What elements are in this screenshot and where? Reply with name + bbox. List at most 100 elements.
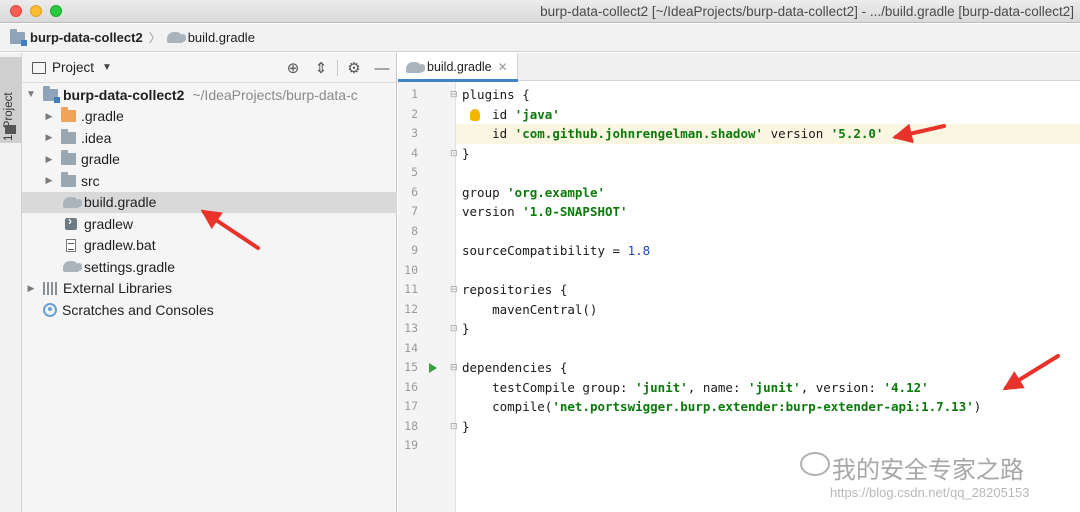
tab-label: build.gradle [427,60,492,74]
code-token: , [687,379,703,395]
gradle-icon [406,61,425,73]
code-line[interactable] [456,222,1080,242]
editor-tab-bar: build.gradle ✕ [398,53,1080,82]
breadcrumb-file[interactable]: build.gradle [166,30,255,45]
code-line[interactable]: testCompile group: 'junit', name: 'junit… [456,378,1080,398]
string-token: '4.12' [883,379,929,395]
chevron-right-icon[interactable]: ▶ [44,175,54,186]
string-token: 'net.portswigger.burp.extender:burp-exte… [552,399,974,414]
lightbulb-icon[interactable] [470,108,480,121]
code-line[interactable]: id 'com.github.johnrengelman.shadow' ver… [456,124,1080,144]
code-line[interactable]: } [456,417,1080,437]
code-token: , [800,379,816,395]
minimize-window-button[interactable] [30,5,42,17]
code-line[interactable]: version '1.0-SNAPSHOT' [456,202,1080,222]
code-line[interactable]: group 'org.example' [456,183,1080,203]
close-window-button[interactable] [10,5,22,17]
code-token: } [462,321,470,336]
code-token: version [763,126,831,141]
breadcrumb-project[interactable]: burp-data-collect2 [10,28,143,46]
code-line[interactable]: } [456,144,1080,164]
chevron-right-icon[interactable]: ▶ [44,154,54,165]
line-number: 1 [411,87,418,101]
line-number: 4 [411,145,418,160]
executable-icon [65,214,77,230]
code-line[interactable] [456,339,1080,359]
code-line[interactable]: dependencies { [456,358,1080,378]
editor-area: build.gradle ✕ 1 ⊟ 2 3 4 ⊡ 5 6 7 8 9 10 11 ⊟ 12 13 ⊡ 14 15… [398,53,1080,512]
tree-item-gradlew[interactable]: gradlew [22,213,397,235]
window-title: burp-data-collect2 [~/IdeaProjects/burp-… [540,4,1074,19]
code-token: name: [702,379,749,395]
window-title-bar: burp-data-collect2 [~/IdeaProjects/burp-… [0,0,1080,23]
code-line[interactable] [456,261,1080,281]
tree-item-scratches[interactable]: Scratches and Consoles [22,299,397,321]
line-number: 14 [404,340,418,355]
code-line[interactable]: } [456,319,1080,339]
maximize-window-button[interactable] [50,5,62,17]
code-line[interactable]: id 'java' [456,105,1080,125]
string-token: 'junit' [748,379,801,395]
locate-icon[interactable]: ⊕ [279,59,307,77]
collapse-icon[interactable]: ⇕ [307,59,335,77]
breadcrumb-separator-icon: 〉 [148,31,161,45]
line-number-gutter[interactable]: 1 ⊟ 2 3 4 ⊡ 5 6 7 8 9 10 11 ⊟ 12 13 ⊡ 14 15 ⊟ 16 17 18 ⊡ 19 [398,82,458,512]
breadcrumb-project-label: burp-data-collect2 [30,30,143,45]
line-number: 19 [404,438,418,452]
tree-item-settings-gradle[interactable]: settings.gradle [22,256,397,278]
tree-item-gradle-dir[interactable]: ▶ .gradle [22,106,397,128]
close-icon[interactable]: ✕ [498,60,508,74]
code-line-text: repositories { [462,280,567,300]
code-line-text: group 'org.example' [462,183,605,203]
folder-icon [61,128,76,144]
code-token: mavenCentral() [462,301,598,317]
string-token: 'java' [514,106,560,122]
chevron-down-icon[interactable]: ▼ [26,89,36,100]
project-view-selector[interactable]: Project [52,60,94,75]
line-number: 8 [411,223,418,238]
tree-item-src[interactable]: ▶ src [22,170,397,192]
code-token: } [462,145,470,161]
string-token: 'org.example' [507,184,605,200]
tree-item-gradlew-bat[interactable]: gradlew.bat [22,235,397,257]
tree-item-label: External Libraries [63,280,172,297]
chevron-right-icon[interactable]: ▶ [26,283,36,294]
run-icon[interactable] [429,363,437,373]
tree-item-label: build.gradle [84,194,157,211]
tree-item-gradle[interactable]: ▶ gradle [22,149,397,171]
code-line-text: compile('net.portswigger.burp.extender:b… [462,397,981,417]
chevron-right-icon[interactable]: ▶ [44,111,54,122]
tree-item-root[interactable]: ▼ burp-data-collect2 ~/IdeaProjects/burp… [22,84,397,106]
tree-item-label: gradlew.bat [84,237,156,254]
tab-build-gradle[interactable]: build.gradle ✕ [398,53,518,82]
code-line[interactable]: repositories { [456,280,1080,300]
string-token: 'junit' [635,379,688,395]
tree-item-external-libraries[interactable]: ▶ External Libraries [22,278,397,300]
gear-icon[interactable]: ⚙ [340,59,368,77]
line-number: 18 [404,418,418,433]
code-token: repositories { [462,282,568,297]
chevron-right-icon[interactable]: ▶ [44,132,54,143]
hide-icon[interactable]: — [368,60,396,77]
code-line[interactable] [456,163,1080,183]
code-line[interactable]: sourceCompatibility = 1.8 [456,241,1080,261]
number-token: 1.8 [627,243,651,258]
code-line[interactable]: plugins { [456,85,1080,105]
gradle-icon [63,196,82,208]
tree-item-label: src [81,172,100,189]
breadcrumb: burp-data-collect2 〉 build.gradle [0,24,1080,52]
code-line[interactable]: mavenCentral() [456,300,1080,320]
chevron-down-icon[interactable]: ▼ [102,62,112,73]
tree-item-idea[interactable]: ▶ .idea [22,127,397,149]
folder-orange-icon [61,107,76,123]
watermark: 我的安全专家之路 https://blog.csdn.net/qq_282051… [800,448,1070,508]
code-line-text: version '1.0-SNAPSHOT' [462,202,628,222]
code-token: plugins { [462,87,530,102]
string-token: 'com.github.johnrengelman.shadow' [514,126,764,141]
tree-item-build-gradle[interactable]: build.gradle [22,191,397,213]
gradle-icon [63,261,82,273]
project-panel: Project ▼ ⊕ ⇕ ⚙ — ▼ burp-data-collect2 ~… [22,53,397,512]
line-number: 15 [404,360,418,374]
line-number: 11 [404,282,418,296]
code-line[interactable]: compile('net.portswigger.burp.extender:b… [456,397,1080,417]
